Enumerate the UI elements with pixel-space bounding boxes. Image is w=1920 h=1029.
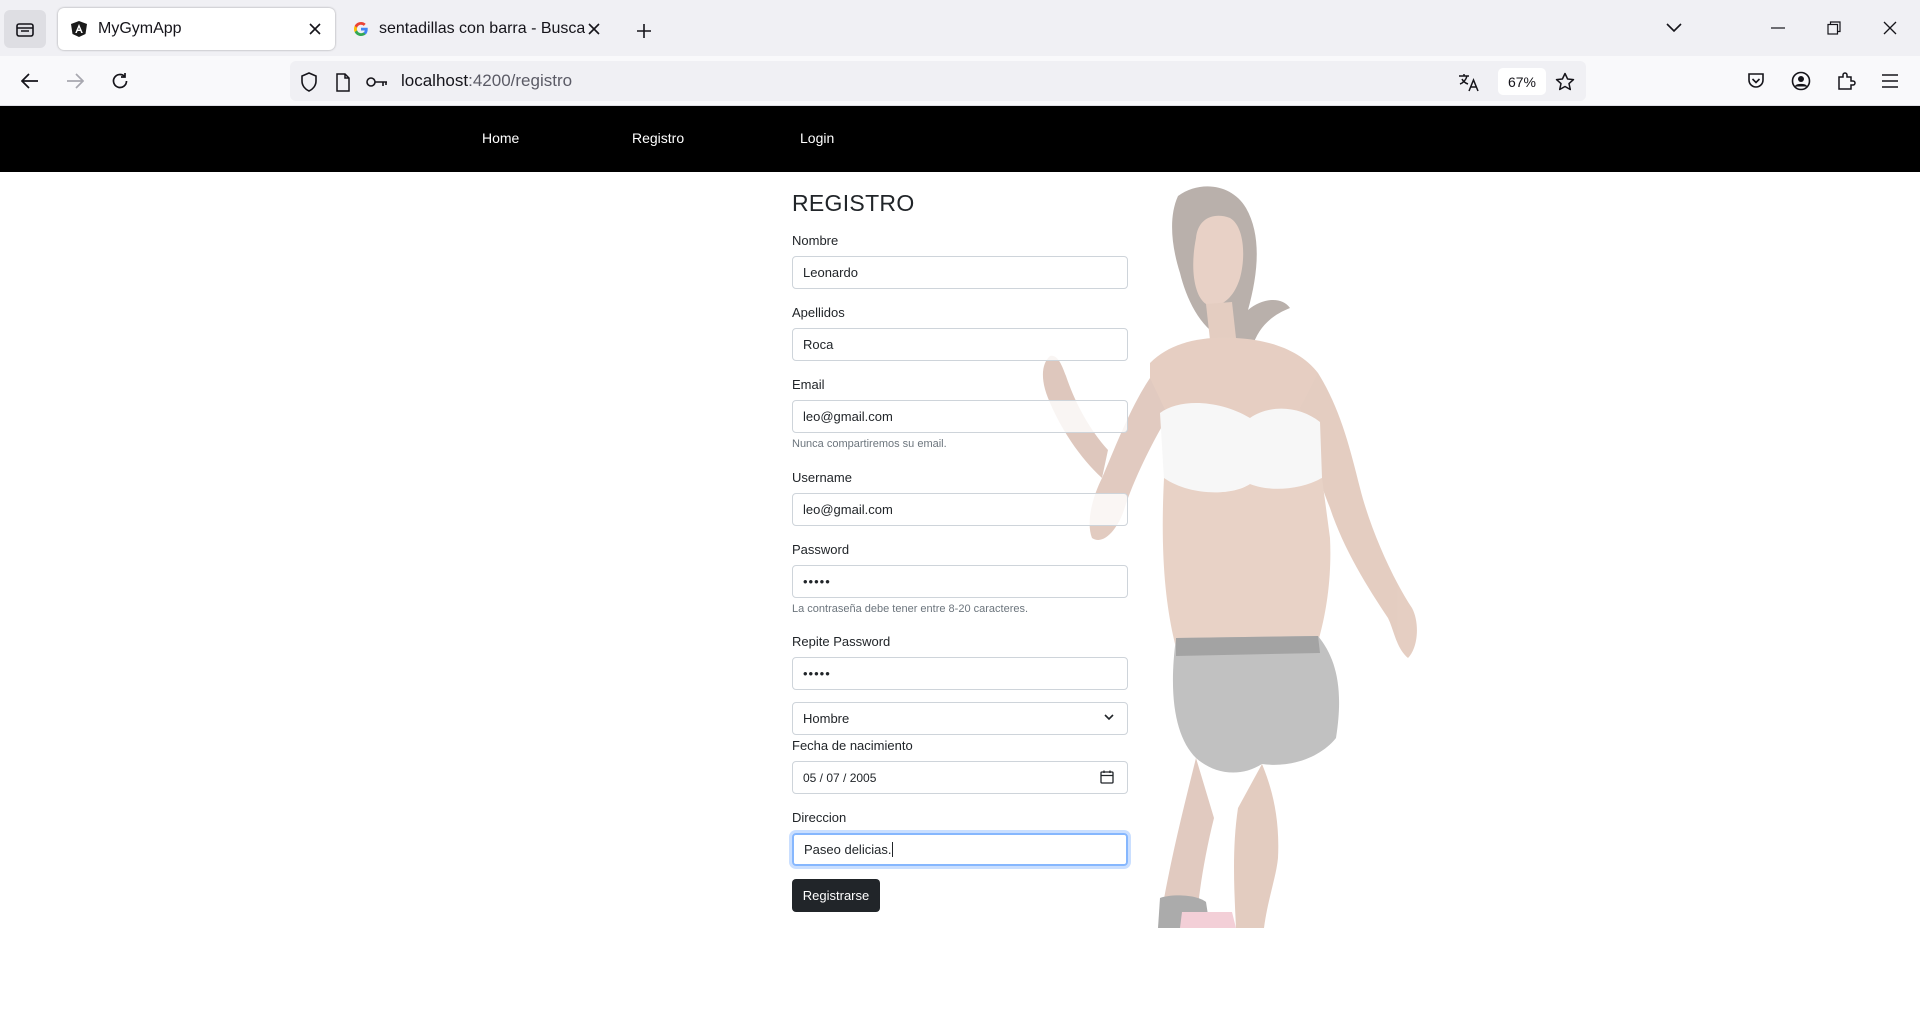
apellidos-label: Apellidos xyxy=(792,305,845,320)
app-navbar: Home Registro Login xyxy=(0,106,1920,172)
direccion-label: Direccion xyxy=(792,810,847,825)
browser-tab-bar: MyGymApp sentadillas con barra - Buscar … xyxy=(0,0,1920,56)
chevron-down-icon xyxy=(1104,714,1114,721)
restore-button[interactable] xyxy=(1816,12,1852,44)
new-tab-button[interactable] xyxy=(628,15,660,47)
sexo-select-value: Hombre xyxy=(803,711,850,726)
nombre-input[interactable]: Leonardo xyxy=(792,256,1128,289)
tab-google-search[interactable]: sentadillas con barra - Buscar con Googl… xyxy=(341,8,614,50)
close-icon xyxy=(1883,21,1897,35)
arrow-right-icon xyxy=(67,73,84,89)
pocket-button[interactable] xyxy=(1740,65,1772,97)
plus-icon xyxy=(637,24,651,38)
sexo-select[interactable]: Hombre xyxy=(792,702,1128,735)
close-window-button[interactable] xyxy=(1872,12,1908,44)
page-icon[interactable] xyxy=(332,71,354,93)
minimize-icon xyxy=(1771,27,1785,29)
tab-mygymapp[interactable]: MyGymApp xyxy=(58,8,335,50)
tab-title: MyGymApp xyxy=(98,20,182,37)
password-input[interactable]: ••••• xyxy=(792,565,1128,598)
fecha-nacimiento-label: Fecha de nacimiento xyxy=(792,738,913,753)
restore-icon xyxy=(1827,21,1841,35)
nav-link-registro[interactable]: Registro xyxy=(632,130,684,146)
extensions-button[interactable] xyxy=(1830,65,1862,97)
url-text[interactable]: localhost:4200/registro xyxy=(401,71,572,91)
url-host: localhost xyxy=(401,71,469,90)
translate-icon[interactable] xyxy=(1458,71,1480,93)
registrarse-button[interactable]: Registrarse xyxy=(792,879,880,912)
apellidos-input[interactable]: Roca xyxy=(792,328,1128,361)
google-logo-icon xyxy=(354,22,368,36)
fecha-nacimiento-input[interactable]: 05 / 07 / 2005 xyxy=(792,761,1128,794)
nav-link-home[interactable]: Home xyxy=(482,130,519,146)
pocket-icon xyxy=(1748,73,1764,88)
nombre-label: Nombre xyxy=(792,233,839,248)
calendar-icon[interactable] xyxy=(1099,769,1115,785)
reload-button[interactable] xyxy=(104,65,136,97)
forward-button[interactable] xyxy=(59,65,91,97)
angular-logo-icon xyxy=(71,21,87,37)
close-tab-icon[interactable] xyxy=(305,19,325,39)
url-bar[interactable]: localhost:4200/registro 67% xyxy=(290,61,1586,101)
key-icon[interactable] xyxy=(366,71,388,93)
arrow-left-icon xyxy=(21,73,38,89)
star-icon[interactable] xyxy=(1554,71,1576,93)
email-label: Email xyxy=(792,377,825,392)
text-cursor xyxy=(892,842,894,857)
list-all-tabs-button[interactable] xyxy=(1656,12,1692,44)
zoom-level-badge[interactable]: 67% xyxy=(1498,68,1546,95)
back-button[interactable] xyxy=(14,65,46,97)
direccion-input[interactable]: Paseo delicias. xyxy=(792,833,1128,866)
menu-button[interactable] xyxy=(1874,65,1906,97)
tab-list-button[interactable] xyxy=(4,10,46,48)
nav-link-login[interactable]: Login xyxy=(800,130,834,146)
username-input[interactable]: leo@gmail.com xyxy=(792,493,1128,526)
close-tab-icon[interactable] xyxy=(584,19,604,39)
puzzle-icon xyxy=(1838,72,1856,90)
password-help-text: La contraseña debe tener entre 8-20 cara… xyxy=(792,603,1029,615)
url-path: :4200/registro xyxy=(468,71,573,90)
username-label: Username xyxy=(792,470,852,485)
email-input[interactable]: leo@gmail.com xyxy=(792,400,1128,433)
page-title: REGISTRO xyxy=(792,190,915,216)
repite-password-label: Repite Password xyxy=(792,634,891,649)
athlete-background-image xyxy=(1042,186,1417,928)
chevron-down-icon xyxy=(1666,23,1682,33)
fecha-nacimiento-value: 05 / 07 / 2005 xyxy=(803,770,877,785)
account-button[interactable] xyxy=(1785,65,1817,97)
repite-password-input[interactable]: ••••• xyxy=(792,657,1128,690)
shield-icon[interactable] xyxy=(298,71,320,93)
hamburger-menu-icon xyxy=(1882,74,1898,88)
reload-icon xyxy=(112,73,128,89)
folder-tabs-icon xyxy=(16,23,34,37)
password-label: Password xyxy=(792,542,850,557)
minimize-button[interactable] xyxy=(1760,12,1796,44)
account-icon xyxy=(1791,71,1811,91)
direccion-value: Paseo delicias. xyxy=(804,842,892,857)
browser-toolbar: localhost:4200/registro 67% xyxy=(0,56,1920,106)
tab-title: sentadillas con barra - Buscar con Googl… xyxy=(379,20,585,37)
email-help-text: Nunca compartiremos su email. xyxy=(792,438,947,450)
